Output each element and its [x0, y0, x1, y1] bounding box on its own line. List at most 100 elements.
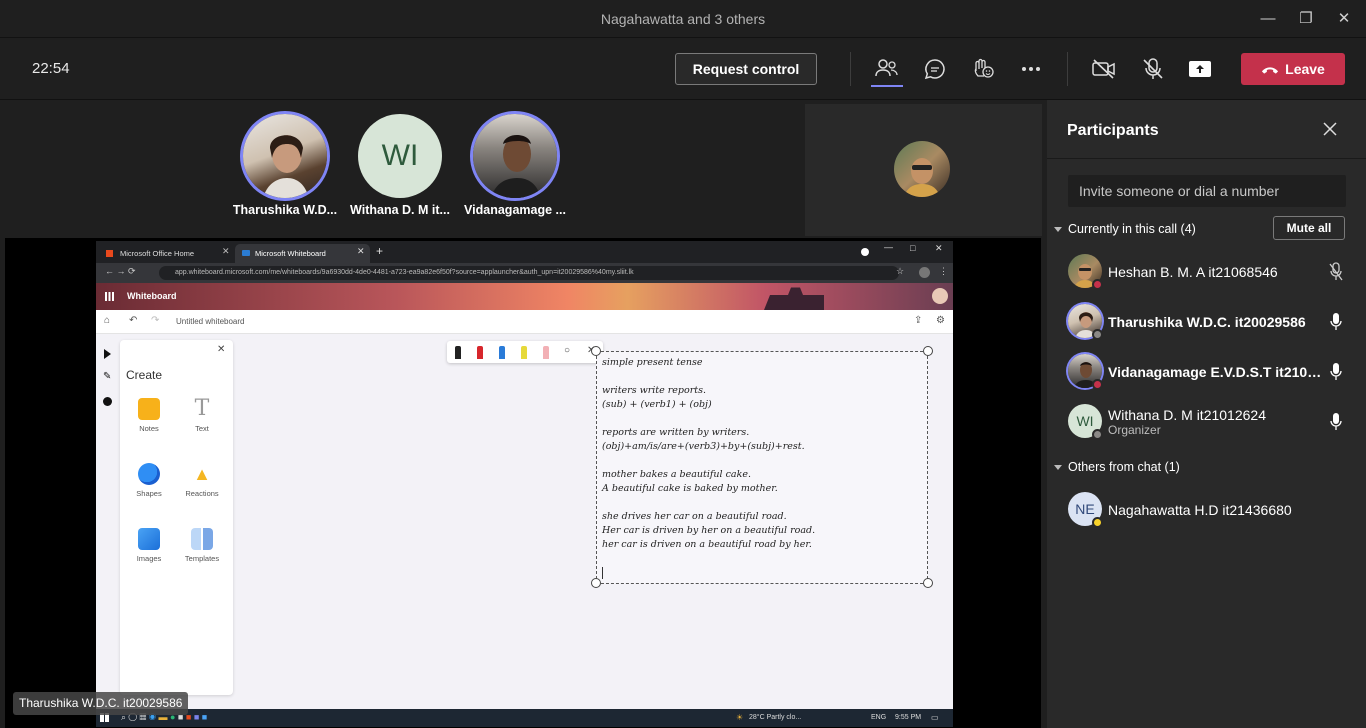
participants-active-indicator	[871, 85, 903, 87]
browser-address-bar: ← → ⟳ app.whiteboard.microsoft.com/me/wh…	[96, 263, 953, 283]
participant-row[interactable]: Vidanagamage E.V.D.S.T it2100...	[1047, 348, 1366, 396]
nav-back-forward-icons: ← → ⟳	[105, 266, 136, 276]
avatar-initials: WI	[358, 114, 442, 198]
text-cursor	[602, 567, 603, 579]
from-chat-section-header[interactable]: Others from chat (1)	[1054, 460, 1180, 474]
whiteboard-canvas: ✎ ✕ Create Notes T Text Shapes ▲ Reactions…	[96, 334, 953, 709]
taskbar-language: ENG	[871, 714, 887, 721]
mic-on-icon	[1330, 313, 1342, 330]
profile-icon	[919, 267, 930, 278]
participant-row[interactable]: NE Nagahawatta H.D it21436680	[1047, 486, 1366, 534]
templates-item: Templates	[179, 518, 225, 574]
taskbar-time: 9:55 PM	[895, 714, 922, 721]
blue-pen-icon	[499, 346, 505, 359]
thumbs-up-icon: ▲	[193, 464, 211, 484]
whiteboard-banner: Whiteboard	[96, 283, 953, 310]
chat-icon[interactable]	[922, 57, 948, 81]
participant-tile[interactable]: Vidanagamage ...	[457, 114, 573, 217]
mic-on-icon	[1330, 413, 1342, 430]
participant-tile[interactable]: WI Withana D. M it...	[342, 114, 458, 217]
toolbar-divider	[1067, 52, 1068, 86]
self-avatar	[894, 141, 950, 197]
participant-tile[interactable]: Tharushika W.D...	[227, 114, 343, 217]
create-panel: ✕ Create Notes T Text Shapes ▲ Reactions I…	[120, 340, 233, 695]
toolbar-divider	[850, 52, 851, 86]
avatar-photo	[263, 135, 309, 198]
whiteboard-toolbar: ⌂ ↶ ↷ Untitled whiteboard ⇪ ⚙	[96, 310, 953, 334]
more-options-icon[interactable]	[1018, 57, 1044, 81]
tab-close-icon: ✕	[222, 246, 230, 256]
browser-minimize-icon: —	[884, 242, 893, 252]
panel-divider	[1047, 158, 1366, 159]
mic-on-icon	[1330, 363, 1342, 380]
minimize-button[interactable]: —	[1248, 6, 1288, 32]
board-name: Untitled whiteboard	[176, 317, 245, 326]
meeting-timer: 22:54	[32, 60, 70, 77]
windows-taskbar: ⌕ ◯ ▦ ◉ ▬ ● ■ ■ ■ ■ ☀ 28°C Partly clo...…	[96, 709, 953, 727]
mute-all-button[interactable]: Mute all	[1273, 216, 1345, 240]
bookmark-star-icon: ☆	[896, 266, 905, 276]
collapse-caret-icon	[1054, 227, 1062, 233]
lasso-icon: ○	[564, 345, 571, 356]
avatar	[473, 114, 557, 198]
browser-menu-icon: ⋮	[939, 266, 948, 276]
participants-panel: Participants Invite someone or dial a nu…	[1047, 100, 1366, 728]
away-status-badge	[1092, 517, 1103, 528]
avatar	[243, 114, 327, 198]
shapes-item: Shapes	[126, 453, 172, 509]
browser-maximize-icon: □	[910, 243, 916, 253]
shared-screen: Microsoft Office Home Microsoft Whiteboa…	[96, 241, 953, 727]
participants-icon[interactable]	[873, 57, 899, 81]
participant-row[interactable]: Heshan B. M. A it21068546	[1047, 248, 1366, 296]
resize-handle	[923, 578, 933, 588]
images-icon	[138, 528, 160, 550]
participant-row[interactable]: Tharushika W.D.C. it20029586	[1047, 298, 1366, 346]
text-icon: T	[194, 396, 210, 421]
self-avatar-photo	[904, 158, 940, 197]
text-note: simple present tense writers write repor…	[596, 351, 928, 584]
participant-row[interactable]: WI Withana D. M it21012624 Organizer	[1047, 398, 1366, 446]
close-window-button[interactable]: ✕	[1324, 6, 1364, 32]
mic-off-icon[interactable]	[1140, 57, 1166, 81]
share-icon: ⇪	[914, 315, 923, 326]
panel-title: Participants	[1067, 122, 1159, 139]
notes-item: Notes	[126, 388, 172, 444]
share-screen-icon[interactable]	[1187, 57, 1213, 81]
resize-handle	[591, 578, 601, 588]
mic-muted-icon	[1329, 262, 1343, 281]
whiteboard-icon	[242, 250, 250, 256]
reactions-icon[interactable]	[970, 57, 996, 81]
camera-off-icon[interactable]	[1091, 57, 1117, 81]
url-field: app.whiteboard.microsoft.com/me/whiteboa…	[159, 266, 899, 280]
presenter-label: Tharushika W.D.C. it20029586	[13, 692, 189, 715]
participant-name: Withana D. M it21012624	[1108, 407, 1266, 423]
participant-name: Tharushika W.D.C. it20029586	[1108, 314, 1306, 330]
participant-role: Organizer	[1108, 423, 1161, 437]
record-icon	[861, 248, 869, 256]
images-item: Images	[126, 518, 172, 574]
window-title: Nagahawatta and 3 others	[600, 11, 766, 27]
request-control-button[interactable]: Request control	[675, 53, 817, 85]
text-item: T Text	[179, 388, 225, 444]
restore-button[interactable]: ❐	[1286, 6, 1326, 32]
participant-name: Heshan B. M. A it21068546	[1108, 264, 1278, 280]
meeting-toolbar: 22:54 Request control Leave	[0, 38, 1366, 100]
shapes-icon	[138, 463, 160, 485]
close-panel-icon[interactable]	[1321, 120, 1339, 138]
resize-handle	[591, 346, 601, 356]
busy-status-badge	[1092, 279, 1103, 290]
undo-icon: ↶	[129, 315, 138, 326]
leave-button[interactable]: Leave	[1241, 53, 1345, 85]
tab-close-icon: ✕	[357, 246, 365, 256]
templates-icon	[191, 528, 213, 550]
offline-status-badge	[1092, 329, 1103, 340]
in-call-section-header[interactable]: Currently in this call (4)	[1054, 222, 1196, 236]
avatar-photo	[491, 135, 541, 198]
weather-icon: ☀	[736, 713, 744, 722]
self-video-tile[interactable]	[805, 104, 1042, 236]
new-tab-icon: +	[376, 244, 384, 258]
user-avatar	[932, 288, 948, 304]
whiteboard-left-rail: ✎	[96, 339, 118, 409]
browser-tab-active: Microsoft Whiteboard	[235, 244, 370, 263]
invite-input[interactable]: Invite someone or dial a number	[1068, 175, 1346, 207]
